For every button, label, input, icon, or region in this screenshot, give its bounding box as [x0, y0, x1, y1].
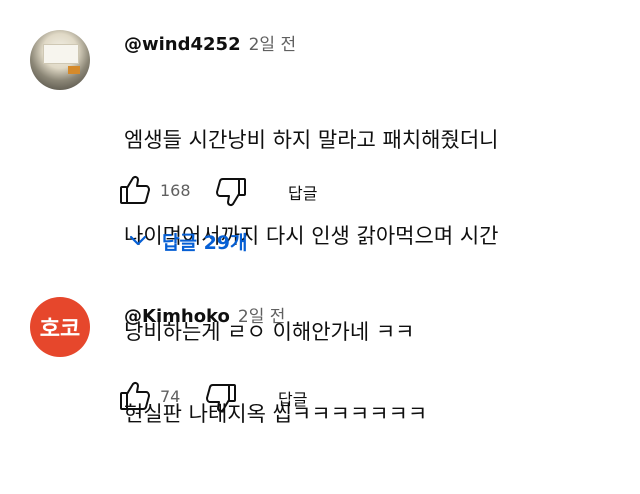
- dislike-button[interactable]: [214, 176, 248, 208]
- comment-header: @wind4252 2일 전: [124, 30, 296, 55]
- reply-button[interactable]: 답글: [288, 180, 317, 204]
- dislike-button[interactable]: [204, 382, 238, 414]
- like-button[interactable]: 168: [118, 174, 191, 206]
- avatar[interactable]: [30, 30, 90, 90]
- thumbs-down-icon[interactable]: [214, 176, 248, 208]
- reply-label[interactable]: 답글: [288, 180, 317, 204]
- chevron-down-icon[interactable]: [128, 231, 148, 253]
- thumbs-down-icon[interactable]: [204, 382, 238, 414]
- thumbs-up-icon[interactable]: [118, 380, 152, 412]
- thumbs-up-icon[interactable]: [118, 174, 152, 206]
- view-replies-label[interactable]: 답글 29개: [162, 228, 248, 255]
- comment-author[interactable]: @wind4252: [124, 34, 241, 55]
- like-button[interactable]: 74: [118, 380, 180, 412]
- like-count: 74: [160, 386, 181, 406]
- avatar-photo-card: [43, 44, 79, 64]
- comment-author[interactable]: @Kimhoko: [124, 306, 230, 327]
- like-count: 168: [160, 180, 191, 200]
- view-replies-button[interactable]: 답글 29개: [128, 228, 248, 255]
- comment-header: @Kimhoko 2일 전: [124, 302, 285, 327]
- comment-actions: 74 답글: [118, 380, 378, 414]
- comment-time[interactable]: 2일 전: [249, 30, 297, 55]
- comment-actions: 168 답글: [118, 174, 378, 208]
- avatar[interactable]: 호코: [30, 297, 90, 357]
- comment-line: 엠생들 시간낭비 하지 말라고 패치해줬더니: [124, 128, 499, 152]
- avatar-photo-tag: [68, 66, 80, 74]
- reply-label[interactable]: 답글: [278, 386, 307, 410]
- comment-text: 현실판 나태지옥 씹ㅋㅋㅋㅋㅋㅋㅋ: [124, 334, 427, 494]
- comment-time[interactable]: 2일 전: [238, 302, 286, 327]
- reply-button[interactable]: 답글: [278, 386, 307, 410]
